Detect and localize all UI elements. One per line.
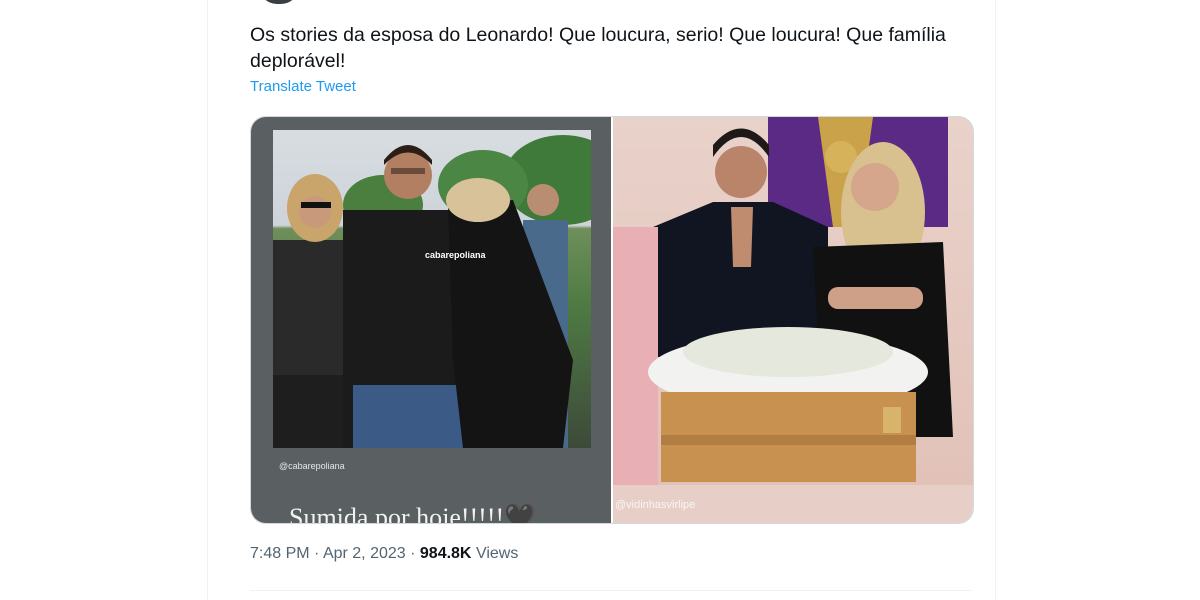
tweet-date[interactable]: Apr 2, 2023	[323, 545, 406, 562]
meta-separator: ·	[309, 545, 323, 562]
coffin-scene-photo	[613, 117, 973, 485]
tweet-text: Os stories da esposa do Leonardo! Que lo…	[250, 24, 946, 72]
translate-tweet-link[interactable]: Translate Tweet	[250, 78, 356, 95]
story-caption: Sumida por hoje!!!!!🖤	[289, 503, 537, 523]
story-handle-right: @vidinhasvirlipe	[615, 499, 696, 511]
tweet-time[interactable]: 7:48 PM	[250, 545, 310, 562]
story-handle-left: @cabarepoliana	[279, 461, 345, 471]
tweet-meta: 7:48 PM · Apr 2, 2023 · 984.8K Views	[250, 545, 518, 563]
meta-separator-2: ·	[405, 545, 420, 562]
shirt-text: cabarepoliana	[425, 250, 487, 260]
tweet-media-grid: cabarepoliana @cabarepoliana Sumida por …	[250, 116, 974, 524]
media-photo-left[interactable]: cabarepoliana @cabarepoliana Sumida por …	[251, 117, 611, 523]
media-photo-right[interactable]: @vidinhasvirlipe	[613, 117, 973, 523]
funeral-group-illustration: cabarepoliana	[273, 135, 591, 448]
coffin-scene-illustration	[613, 117, 953, 485]
views-label: Views	[475, 545, 519, 562]
left-margin	[0, 0, 207, 600]
divider	[250, 590, 972, 591]
views-count: 984.8K	[419, 545, 472, 562]
funeral-group-photo: cabarepoliana	[273, 130, 591, 448]
